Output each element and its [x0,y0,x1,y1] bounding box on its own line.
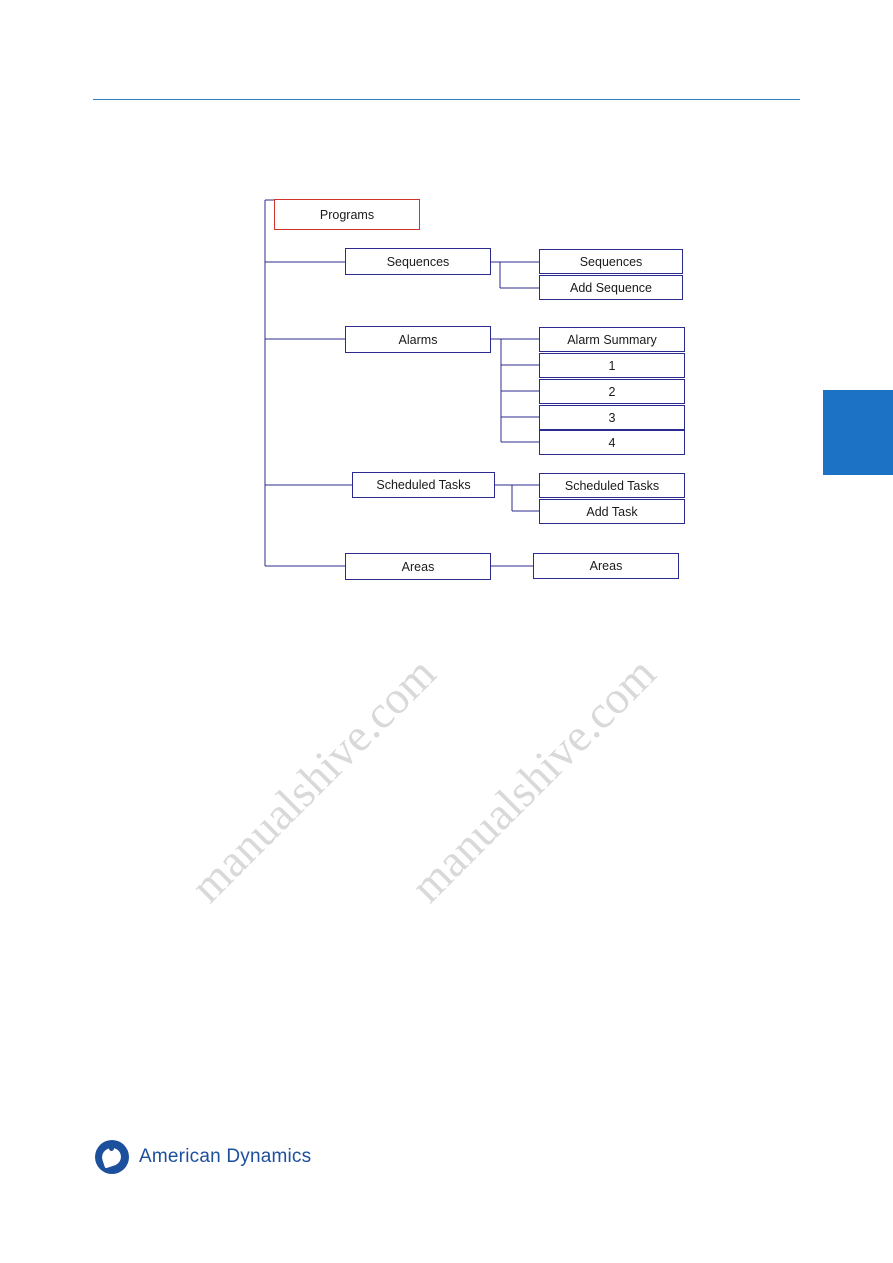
node-label: 2 [608,384,616,399]
node-alarms-child-3[interactable]: 3 [539,405,685,430]
node-label: 1 [608,358,616,373]
node-alarms-child-alarm-summary[interactable]: Alarm Summary [539,327,685,352]
node-scheduled-tasks-child-add-task[interactable]: Add Task [539,499,685,524]
node-alarms-child-2[interactable]: 2 [539,379,685,404]
node-label: Scheduled Tasks [564,478,660,493]
node-label: Scheduled Tasks [376,478,471,492]
node-label: Add Sequence [569,280,652,295]
footer-brand: American Dynamics [95,1140,311,1174]
node-label: Alarms [398,332,438,347]
diagram-connectors [264,199,540,567]
node-label: Alarm Summary [567,332,657,347]
node-label: Sequences [386,254,450,269]
node-scheduled-tasks[interactable]: Scheduled Tasks [352,472,495,498]
node-sequences-child-sequences[interactable]: Sequences [539,249,683,274]
node-label: Programs [319,207,375,222]
node-label: Add Task [586,504,638,519]
node-label: 4 [608,435,616,450]
menu-tree-diagram: Programs Sequences Alarms Scheduled Task… [0,0,893,1263]
node-alarms-child-1[interactable]: 1 [539,353,685,378]
node-scheduled-tasks-child-scheduled-tasks[interactable]: Scheduled Tasks [539,473,685,498]
node-alarms[interactable]: Alarms [345,326,491,353]
node-sequences[interactable]: Sequences [345,248,491,275]
footer-brand-text: American Dynamics [139,1146,312,1167]
node-label: Areas [401,559,435,574]
node-sequences-child-add-sequence[interactable]: Add Sequence [539,275,683,300]
node-label: Sequences [579,254,643,269]
node-areas[interactable]: Areas [345,553,491,580]
node-areas-child-areas[interactable]: Areas [533,553,679,579]
node-label: 3 [608,410,616,425]
node-alarms-child-4[interactable]: 4 [539,430,685,455]
node-programs[interactable]: Programs [274,199,420,230]
american-dynamics-logo-icon [95,1140,129,1174]
node-label: Areas [589,559,623,573]
